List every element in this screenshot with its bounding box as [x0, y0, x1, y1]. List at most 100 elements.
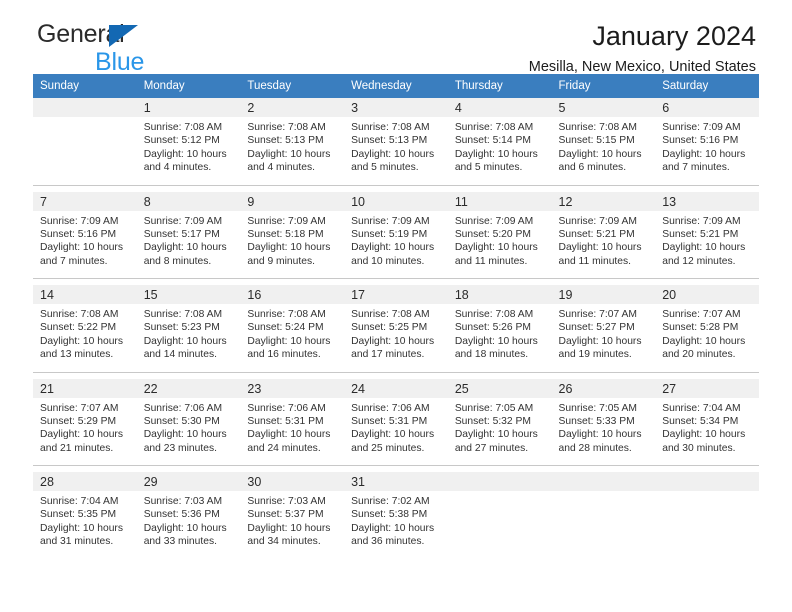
- day-number-3[interactable]: 3: [344, 98, 448, 117]
- day-details-30[interactable]: Sunrise: 7:03 AM Sunset: 5:37 PM Daylight:…: [240, 491, 345, 559]
- day-details-5[interactable]: Sunrise: 7:08 AM Sunset: 5:15 PM Daylight:…: [551, 117, 656, 186]
- day-details-14[interactable]: Sunrise: 7:08 AM Sunset: 5:22 PM Daylight:…: [33, 304, 137, 373]
- day-number-10[interactable]: 10: [344, 191, 448, 211]
- day-number-empty: [447, 472, 552, 491]
- day-details-21[interactable]: Sunrise: 7:07 AM Sunset: 5:29 PM Daylight:…: [33, 397, 137, 466]
- day-number-1[interactable]: 1: [136, 98, 241, 117]
- day-number-30[interactable]: 30: [240, 472, 345, 491]
- day-details-20[interactable]: Sunrise: 7:07 AM Sunset: 5:28 PM Daylight:…: [655, 304, 759, 373]
- sunrise-sunset-calendar: Sunday Monday Tuesday Wednesday Thursday Frid…: [33, 74, 759, 559]
- day-number-17[interactable]: 17: [344, 285, 448, 304]
- daylight-text: Daylight: 10 hours: [351, 242, 435, 254]
- daylight-text: and 23 minutes.: [143, 442, 217, 454]
- day-number-22[interactable]: 22: [136, 378, 241, 398]
- day-details-16[interactable]: Sunrise: 7:08 AM Sunset: 5:24 PM Daylight:…: [240, 304, 345, 373]
- day-number-23[interactable]: 23: [240, 378, 345, 398]
- sunrise-text: Sunrise: 7:02 AM: [351, 496, 430, 507]
- day-number-16[interactable]: 16: [240, 285, 345, 304]
- sunset-text: Sunset: 5:16 PM: [40, 228, 117, 240]
- day-number-9[interactable]: 9: [240, 191, 345, 211]
- day-details-2[interactable]: Sunrise: 7:08 AM Sunset: 5:13 PM Daylight:…: [240, 117, 345, 186]
- daylight-text: Daylight: 10 hours: [351, 335, 435, 347]
- daylight-text: and 13 minutes.: [40, 349, 114, 361]
- day-number-14[interactable]: 14: [33, 285, 137, 304]
- day-details-1[interactable]: Sunrise: 7:08 AM Sunset: 5:12 PM Daylight:…: [136, 117, 241, 186]
- daylight-text: and 19 minutes.: [558, 349, 632, 361]
- day-number-11[interactable]: 11: [447, 191, 552, 211]
- day-number-28[interactable]: 28: [33, 472, 137, 491]
- sunrise-text: Sunrise: 7:04 AM: [40, 496, 119, 507]
- day-number-24[interactable]: 24: [344, 378, 448, 398]
- day-details-22[interactable]: Sunrise: 7:06 AM Sunset: 5:30 PM Daylight:…: [136, 397, 241, 466]
- day-number-31[interactable]: 31: [344, 472, 448, 491]
- day-number-25[interactable]: 25: [447, 378, 552, 398]
- daylight-text: Daylight: 10 hours: [351, 522, 435, 534]
- day-number-empty: [33, 98, 137, 117]
- day-number-4[interactable]: 4: [447, 98, 552, 117]
- day-details-12[interactable]: Sunrise: 7:09 AM Sunset: 5:21 PM Daylight:…: [551, 210, 656, 279]
- sunrise-text: Sunrise: 7:03 AM: [247, 496, 326, 507]
- sunrise-text: Sunrise: 7:08 AM: [247, 309, 326, 320]
- day-details-31[interactable]: Sunrise: 7:02 AM Sunset: 5:38 PM Daylight:…: [344, 491, 448, 559]
- sunset-text: Sunset: 5:36 PM: [143, 509, 220, 521]
- day-number-29[interactable]: 29: [136, 472, 241, 491]
- day-details-17[interactable]: Sunrise: 7:08 AM Sunset: 5:25 PM Daylight:…: [344, 304, 448, 373]
- day-details-11[interactable]: Sunrise: 7:09 AM Sunset: 5:20 PM Daylight:…: [447, 210, 552, 279]
- day-details-27[interactable]: Sunrise: 7:04 AM Sunset: 5:34 PM Daylight:…: [655, 397, 759, 466]
- day-number-20[interactable]: 20: [655, 285, 759, 304]
- sunrise-text: Sunrise: 7:08 AM: [558, 122, 637, 133]
- day-details-9[interactable]: Sunrise: 7:09 AM Sunset: 5:18 PM Daylight:…: [240, 210, 345, 279]
- sunrise-text: Sunrise: 7:08 AM: [454, 309, 534, 320]
- day-number-27[interactable]: 27: [655, 378, 759, 398]
- day-details-28[interactable]: Sunrise: 7:04 AM Sunset: 5:35 PM Daylight:…: [33, 491, 137, 559]
- daylight-text: and 5 minutes.: [351, 162, 419, 174]
- day-details-24[interactable]: Sunrise: 7:06 AM Sunset: 5:31 PM Daylight:…: [344, 397, 448, 466]
- daylight-text: Daylight: 10 hours: [454, 148, 538, 160]
- day-number-5[interactable]: 5: [551, 98, 656, 117]
- day-number-18[interactable]: 18: [447, 285, 552, 304]
- daylight-text: and 4 minutes.: [247, 162, 315, 174]
- day-number-19[interactable]: 19: [551, 285, 656, 304]
- day-details-3[interactable]: Sunrise: 7:08 AM Sunset: 5:13 PM Daylight:…: [344, 117, 448, 186]
- daylight-text: Daylight: 10 hours: [351, 429, 435, 441]
- day-details-25[interactable]: Sunrise: 7:05 AM Sunset: 5:32 PM Daylight:…: [447, 397, 552, 466]
- daylight-text: and 9 minutes.: [247, 255, 315, 267]
- day-number-6[interactable]: 6: [655, 98, 759, 117]
- sunset-text: Sunset: 5:32 PM: [454, 415, 531, 427]
- day-details-19[interactable]: Sunrise: 7:07 AM Sunset: 5:27 PM Daylight:…: [551, 304, 656, 373]
- daylight-text: and 10 minutes.: [351, 255, 425, 267]
- day-details-26[interactable]: Sunrise: 7:05 AM Sunset: 5:33 PM Daylight:…: [551, 397, 656, 466]
- day-number-13[interactable]: 13: [655, 191, 759, 211]
- day-details-4[interactable]: Sunrise: 7:08 AM Sunset: 5:14 PM Daylight:…: [447, 117, 552, 186]
- day-details-13[interactable]: Sunrise: 7:09 AM Sunset: 5:21 PM Daylight:…: [655, 210, 759, 279]
- day-details-18[interactable]: Sunrise: 7:08 AM Sunset: 5:26 PM Daylight:…: [447, 304, 552, 373]
- daylight-text: Daylight: 10 hours: [454, 335, 538, 347]
- day-number-2[interactable]: 2: [240, 98, 345, 117]
- day-number-8[interactable]: 8: [136, 191, 241, 211]
- day-details-23[interactable]: Sunrise: 7:06 AM Sunset: 5:31 PM Daylight:…: [240, 397, 345, 466]
- day-details-29[interactable]: Sunrise: 7:03 AM Sunset: 5:36 PM Daylight:…: [136, 491, 241, 559]
- sunset-text: Sunset: 5:38 PM: [351, 509, 428, 521]
- daylight-text: Daylight: 10 hours: [662, 148, 746, 160]
- day-number-12[interactable]: 12: [551, 191, 656, 211]
- day-number-21[interactable]: 21: [33, 378, 137, 398]
- day-details-7[interactable]: Sunrise: 7:09 AM Sunset: 5:16 PM Daylight:…: [33, 210, 137, 279]
- day-details-8[interactable]: Sunrise: 7:09 AM Sunset: 5:17 PM Daylight:…: [136, 210, 241, 279]
- day-details-10[interactable]: Sunrise: 7:09 AM Sunset: 5:19 PM Daylight:…: [344, 210, 448, 279]
- day-number-7[interactable]: 7: [33, 191, 137, 211]
- sunset-text: Sunset: 5:26 PM: [454, 322, 531, 334]
- sunset-text: Sunset: 5:29 PM: [40, 415, 117, 427]
- sunrise-text: Sunrise: 7:08 AM: [143, 309, 223, 320]
- sunrise-text: Sunrise: 7:09 AM: [143, 215, 223, 227]
- sunrise-text: Sunrise: 7:08 AM: [351, 309, 430, 320]
- daylight-text: Daylight: 10 hours: [351, 148, 435, 160]
- daylight-text: and 31 minutes.: [40, 536, 114, 548]
- day-details-6[interactable]: Sunrise: 7:09 AM Sunset: 5:16 PM Daylight:…: [655, 117, 759, 186]
- day-details-15[interactable]: Sunrise: 7:08 AM Sunset: 5:23 PM Daylight:…: [136, 304, 241, 373]
- page-subtitle: Mesilla, New Mexico, United States: [528, 59, 756, 76]
- day-number-15[interactable]: 15: [136, 285, 241, 304]
- daylight-text: and 33 minutes.: [143, 536, 217, 548]
- logo-triangle-icon: [109, 25, 138, 47]
- general-blue-logo[interactable]: General Blue: [37, 22, 267, 75]
- day-number-26[interactable]: 26: [551, 378, 656, 398]
